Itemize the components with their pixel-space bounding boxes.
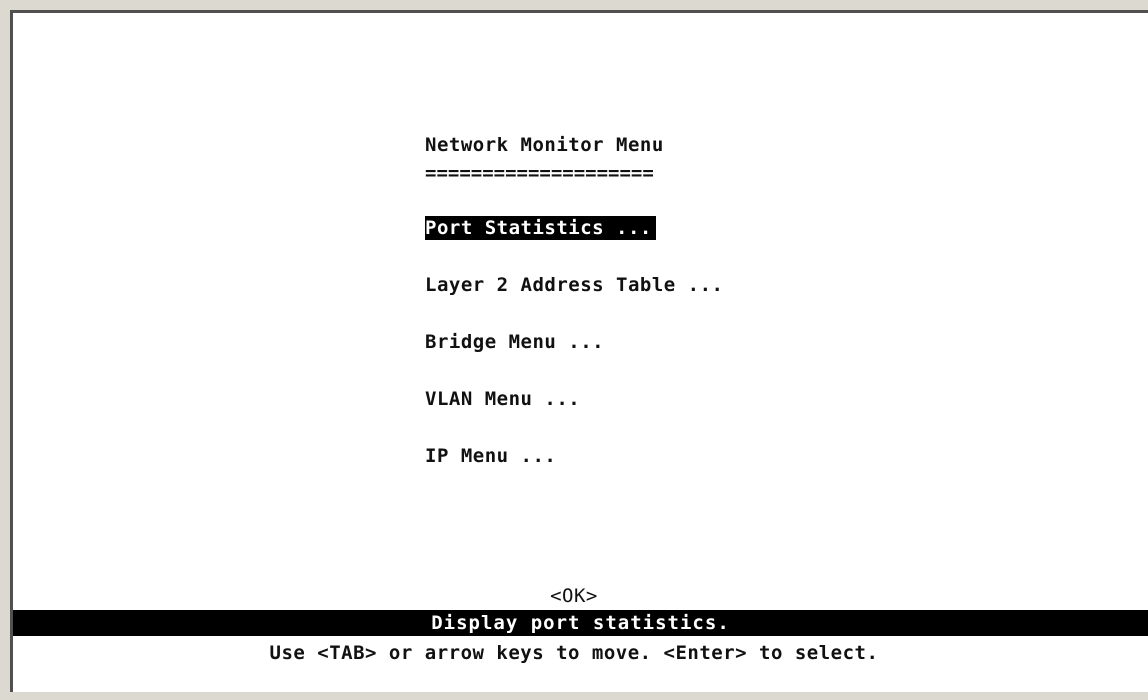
- menu-item-port-statistics[interactable]: Port Statistics ...: [425, 216, 656, 240]
- menu-item-vlan-menu[interactable]: VLAN Menu ...: [425, 387, 580, 411]
- title-underline: ====================: [425, 162, 654, 184]
- menu-item-layer2-address-table[interactable]: Layer 2 Address Table ...: [425, 273, 723, 297]
- menu-item-ip-menu[interactable]: IP Menu ...: [425, 444, 556, 468]
- ok-button[interactable]: <OK>: [13, 584, 1135, 608]
- terminal-screen: Network Monitor Menu ===================…: [10, 10, 1148, 692]
- menu-title: Network Monitor Menu: [425, 134, 664, 156]
- window-frame: Network Monitor Menu ===================…: [0, 0, 1148, 700]
- help-text: Use <TAB> or arrow keys to move. <Enter>…: [269, 642, 879, 664]
- menu-item-bridge-menu[interactable]: Bridge Menu ...: [425, 330, 604, 354]
- status-bar: Display port statistics.: [13, 610, 1148, 636]
